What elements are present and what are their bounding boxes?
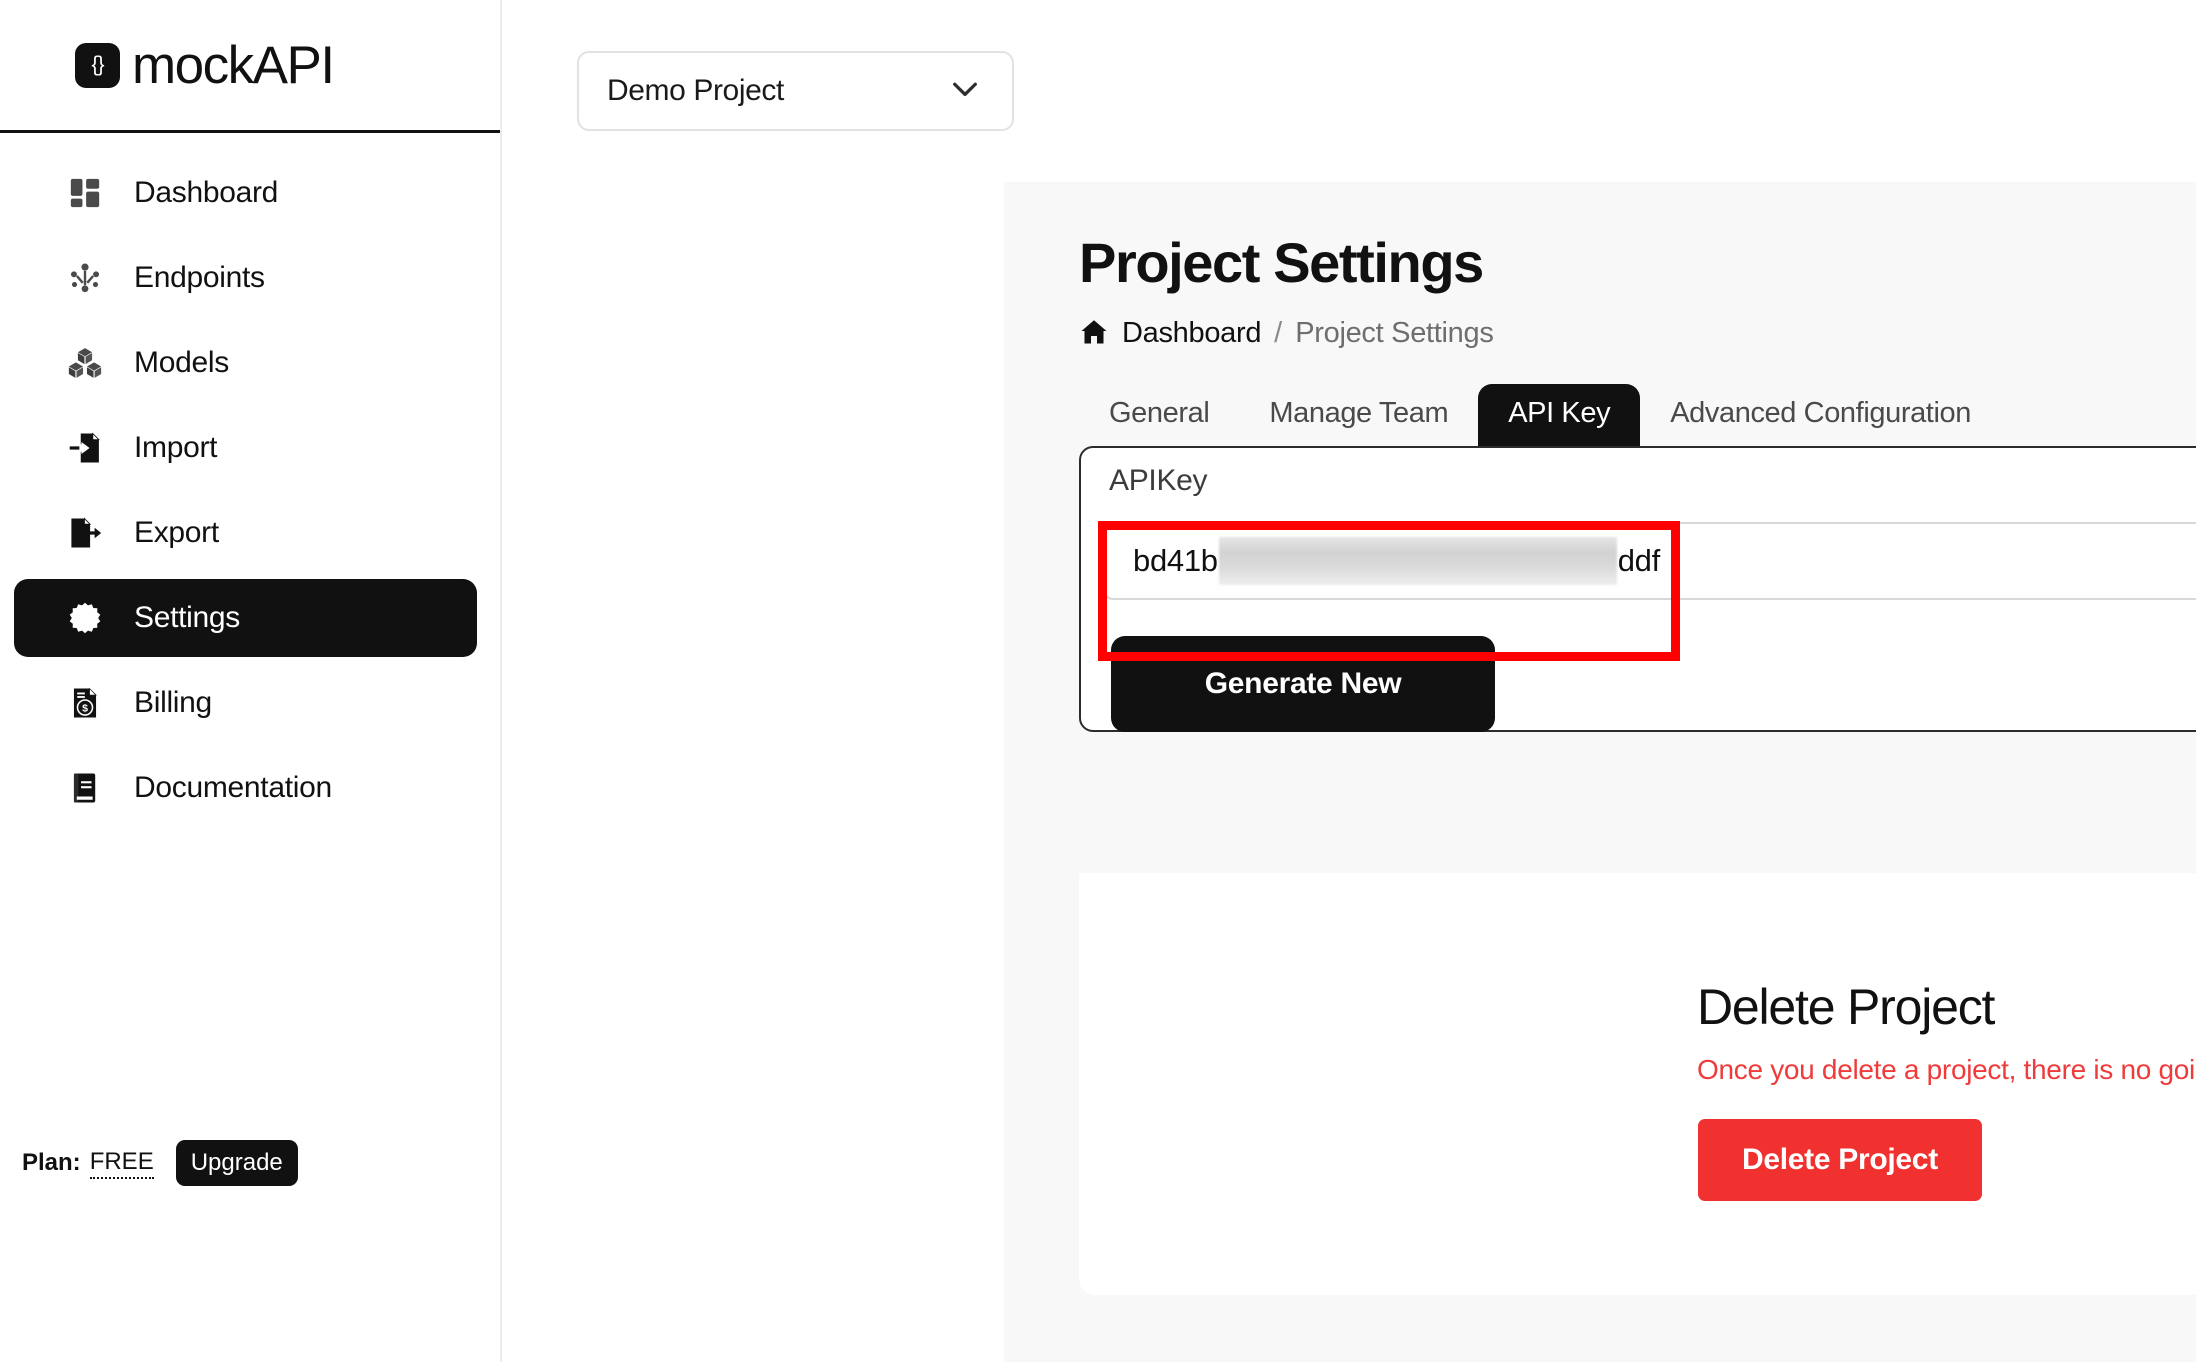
api-key-panel: APIKey bd41b ddf Generate New	[1079, 445, 2196, 732]
topbar: Demo Project	[502, 0, 2196, 182]
plan-status: Plan: FREE Upgrade	[22, 1140, 298, 1186]
api-key-redacted-mask	[1218, 536, 1617, 585]
delete-project-warning: Once you delete a project, there is no g…	[1697, 1054, 2196, 1085]
breadcrumb-dashboard-link[interactable]: Dashboard	[1122, 317, 1261, 350]
documentation-book-icon	[66, 769, 104, 807]
delete-project-section: Delete Project Once you delete a project…	[1697, 978, 2196, 1201]
sidebar: {} mockAPI Dashboard Endpoints Models Im…	[0, 0, 502, 1362]
sidebar-item-billing[interactable]: $ Billing	[14, 664, 477, 742]
delete-project-title: Delete Project	[1697, 979, 1995, 1035]
export-icon	[66, 514, 104, 552]
danger-zone-card: Delete Project Once you delete a project…	[1079, 873, 2196, 1295]
sidebar-nav: Dashboard Endpoints Models Import Export…	[0, 133, 500, 827]
api-key-label: APIKey	[1109, 463, 1208, 497]
sidebar-item-import[interactable]: Import	[14, 409, 477, 487]
project-selector[interactable]: Demo Project	[577, 51, 1014, 131]
brand-logo[interactable]: {} mockAPI	[0, 0, 500, 133]
breadcrumb-current: Project Settings	[1295, 316, 1494, 349]
chevron-down-icon	[946, 70, 984, 113]
tab-api-key[interactable]: API Key	[1478, 383, 1641, 446]
breadcrumb: Dashboard / Project Settings	[1079, 317, 2196, 350]
tab-manage-team[interactable]: Manage Team	[1239, 384, 1478, 446]
tab-general[interactable]: General	[1079, 384, 1239, 446]
sidebar-item-label: Endpoints	[134, 261, 265, 294]
api-key-field-group: APIKey bd41b ddf	[1103, 464, 2196, 600]
sidebar-item-dashboard[interactable]: Dashboard	[14, 154, 477, 232]
sidebar-item-endpoints[interactable]: Endpoints	[14, 239, 477, 317]
sidebar-item-label: Documentation	[134, 771, 332, 804]
dashboard-icon	[66, 174, 104, 212]
sidebar-item-export[interactable]: Export	[14, 494, 477, 572]
plan-value: FREE	[89, 1148, 154, 1179]
settings-tabs: General Manage Team API Key Advanced Con…	[1079, 383, 2196, 446]
delete-project-button[interactable]: Delete Project	[1698, 1119, 1982, 1201]
sidebar-item-settings[interactable]: API Settings	[14, 579, 477, 657]
braces-logo-icon: {}	[75, 42, 120, 88]
main-area: Demo Project Project Settings Dashboard …	[502, 0, 2196, 1362]
billing-invoice-icon: $	[66, 684, 104, 722]
page-title: Project Settings	[1079, 231, 1484, 294]
api-key-input[interactable]: bd41b ddf	[1103, 521, 2196, 600]
upgrade-button[interactable]: Upgrade	[175, 1140, 298, 1186]
sidebar-item-label: Export	[134, 516, 219, 549]
breadcrumb-separator: /	[1274, 316, 1283, 349]
plan-label: Plan:	[22, 1149, 81, 1176]
sidebar-item-label: Settings	[134, 601, 240, 634]
sidebar-item-label: Billing	[134, 686, 212, 719]
home-icon	[1079, 317, 1109, 350]
sidebar-item-label: Import	[134, 431, 218, 464]
brand-name: mockAPI	[132, 35, 335, 95]
api-key-row: bd41b ddf	[1103, 521, 2196, 600]
sidebar-item-documentation[interactable]: Documentation	[14, 749, 477, 827]
endpoints-icon	[66, 259, 104, 297]
models-icon	[66, 344, 104, 382]
api-key-suffix: ddf	[1617, 542, 1661, 578]
project-selector-value: Demo Project	[607, 74, 784, 107]
app-root: {} mockAPI Dashboard Endpoints Models Im…	[0, 0, 2196, 1362]
sidebar-item-label: Dashboard	[134, 176, 279, 209]
sidebar-item-models[interactable]: Models	[14, 324, 477, 402]
api-key-prefix: bd41b	[1133, 542, 1218, 578]
generate-new-button[interactable]: Generate New	[1111, 635, 1495, 732]
svg-text:$: $	[82, 704, 88, 715]
import-icon	[66, 429, 104, 467]
svg-text:API: API	[78, 614, 91, 623]
sidebar-item-label: Models	[134, 346, 229, 379]
tab-advanced-configuration[interactable]: Advanced Configuration	[1640, 384, 2001, 446]
settings-gear-api-icon: API	[66, 599, 104, 637]
